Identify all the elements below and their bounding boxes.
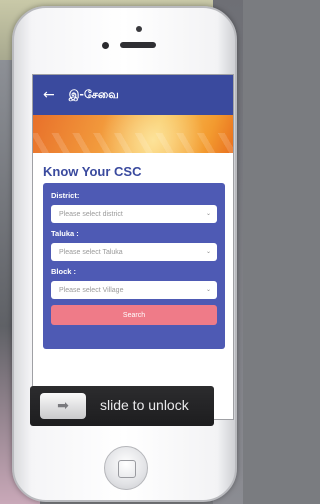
earpiece-speaker bbox=[120, 42, 156, 48]
chevron-down-icon: ⌄ bbox=[205, 286, 211, 293]
page-heading: Know Your CSC bbox=[33, 153, 233, 183]
arrow-right-icon: ➡ bbox=[57, 398, 69, 414]
block-label: Block : bbox=[51, 267, 77, 276]
slide-to-unlock-bar: ➡ slide to unlock bbox=[30, 386, 214, 426]
phone-screen: ← இ-சேவை Know Your CSC District: Please … bbox=[32, 74, 234, 420]
slide-knob[interactable]: ➡ bbox=[40, 393, 86, 419]
chevron-down-icon: ⌄ bbox=[205, 210, 211, 217]
app-bar: ← இ-சேவை bbox=[33, 75, 233, 115]
district-placeholder: Please select district bbox=[59, 210, 123, 218]
search-button[interactable]: Search bbox=[51, 305, 217, 325]
front-camera bbox=[102, 42, 109, 49]
block-select[interactable]: Please select Village ⌄ bbox=[51, 281, 217, 299]
chevron-down-icon: ⌄ bbox=[205, 248, 211, 255]
district-label: District: bbox=[51, 191, 80, 200]
csc-search-form: District: Please select district ⌄ Taluk… bbox=[43, 183, 225, 349]
phone-frame: ← இ-சேவை Know Your CSC District: Please … bbox=[12, 6, 237, 502]
taluka-select[interactable]: Please select Taluka ⌄ bbox=[51, 243, 217, 261]
taluka-placeholder: Please select Taluka bbox=[59, 248, 123, 256]
home-button[interactable] bbox=[104, 446, 148, 490]
arrow-left-icon[interactable]: ← bbox=[43, 88, 55, 102]
app-title: இ-சேவை bbox=[68, 87, 119, 101]
page-title: Know Your CSC bbox=[43, 164, 142, 179]
taluka-label: Taluka : bbox=[51, 229, 79, 238]
slide-to-unlock-text: slide to unlock bbox=[100, 397, 189, 413]
block-placeholder: Please select Village bbox=[59, 286, 124, 294]
district-select[interactable]: Please select district ⌄ bbox=[51, 205, 217, 223]
proximity-sensor bbox=[136, 26, 142, 32]
